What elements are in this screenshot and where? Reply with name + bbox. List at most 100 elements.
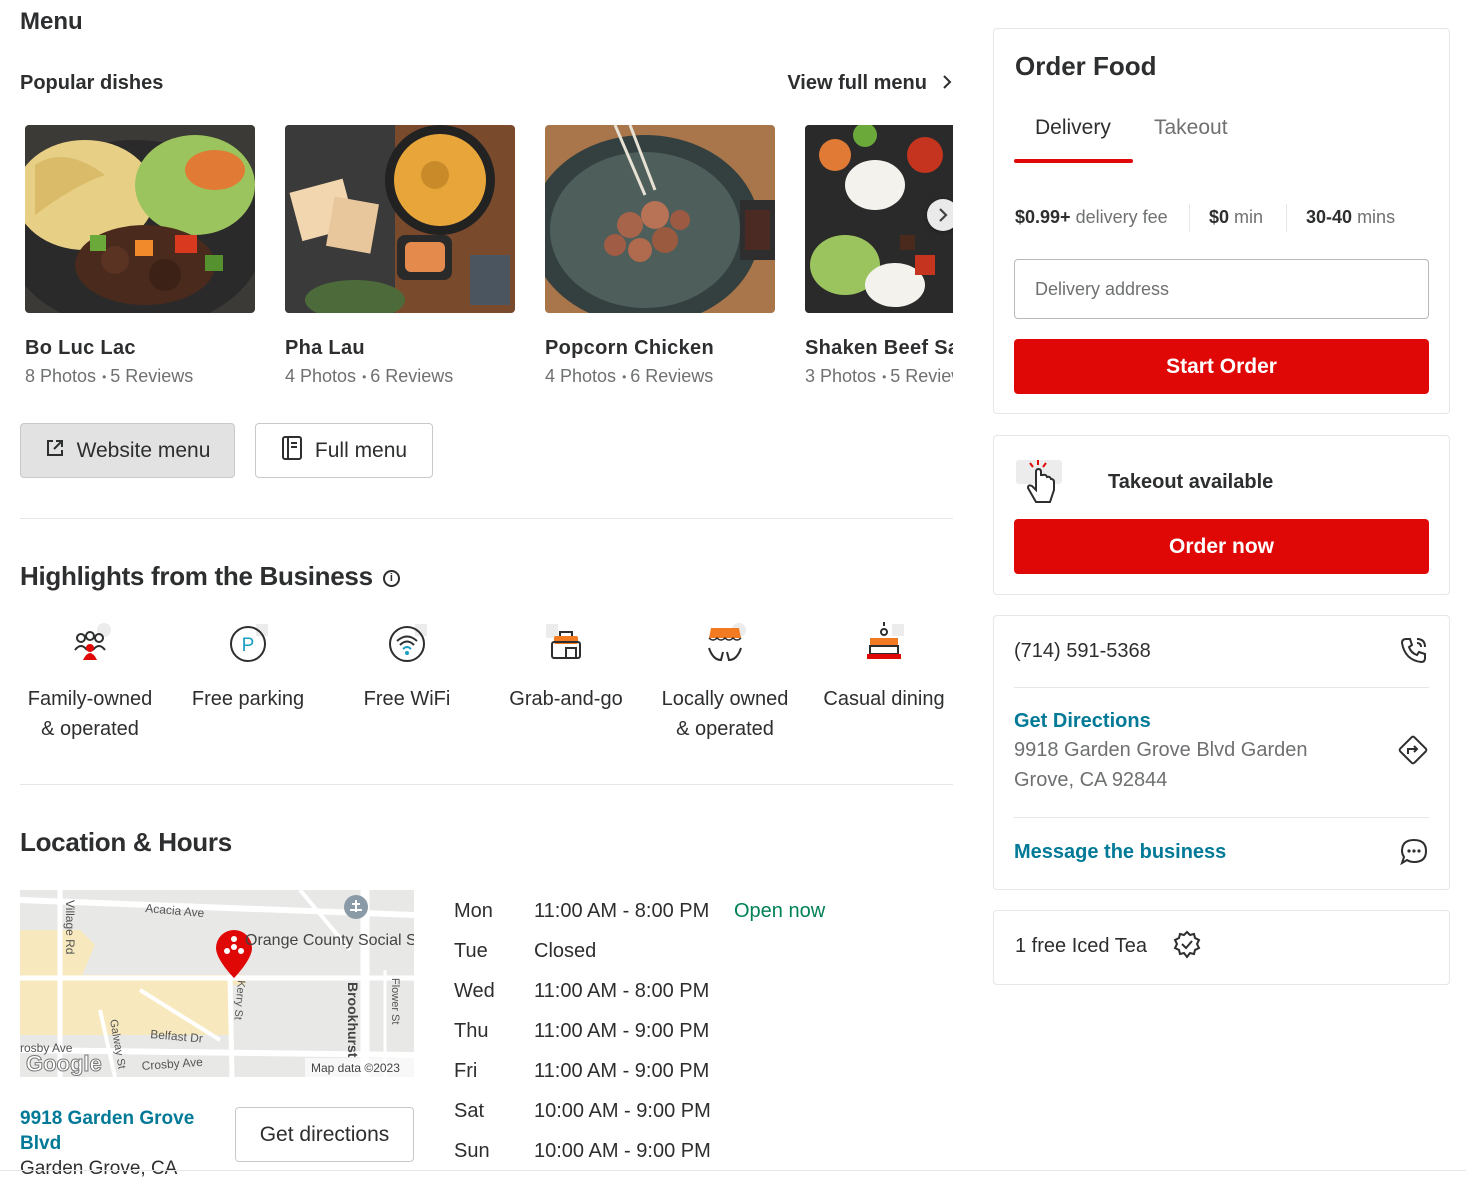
- svg-text:P: P: [242, 635, 255, 656]
- hours-day: Mon: [454, 900, 493, 922]
- section-divider: [20, 784, 953, 785]
- map-label-village: Village Rd: [63, 900, 77, 954]
- popular-dishes-header: Popular dishes View full menu: [20, 72, 953, 100]
- chat-bubble-icon[interactable]: [1399, 837, 1429, 872]
- dish-card[interactable]: Pha Lau 4 Photos • 6 Reviews: [285, 125, 515, 387]
- directions-icon[interactable]: [1397, 734, 1429, 771]
- offer-label: 1 free Iced Tea: [1015, 935, 1147, 957]
- get-directions-label: Get directions: [259, 1122, 390, 1146]
- view-full-menu-label: View full menu: [787, 72, 927, 94]
- row-separator: [1014, 817, 1429, 818]
- row-separator: [1014, 687, 1429, 688]
- business-address: 9918 Garden Grove Blvd Garden Grove, CA …: [1014, 739, 1308, 791]
- directions-row: Get Directions 9918 Garden Grove Blvd Ga…: [1014, 710, 1429, 795]
- popular-dishes-title: Popular dishes: [20, 72, 164, 94]
- parking-icon: P: [226, 620, 270, 664]
- dish-name[interactable]: Pha Lau: [285, 337, 515, 360]
- website-menu-label: Website menu: [76, 438, 211, 462]
- get-directions-button[interactable]: Get directions: [235, 1107, 414, 1162]
- dish-photos-count: 4 Photos: [545, 366, 617, 386]
- hours-day: Thu: [454, 1020, 489, 1042]
- website-menu-button[interactable]: Website menu: [20, 423, 235, 478]
- delivery-address-input[interactable]: [1014, 259, 1429, 319]
- highlight-label: Free parking: [191, 688, 305, 710]
- phone-row: (714) 591-5368: [1014, 638, 1429, 664]
- section-divider: [20, 518, 953, 519]
- external-link-icon: [45, 438, 65, 464]
- phone-icon[interactable]: [1399, 635, 1429, 670]
- chevron-right-icon: [941, 73, 953, 94]
- dish-reviews-count: 6 Reviews: [370, 366, 454, 386]
- hours-time: 11:00 AM - 9:00 PM: [534, 1020, 710, 1042]
- dish-meta: 4 Photos • 6 Reviews: [285, 366, 454, 386]
- active-tab-indicator: [1014, 159, 1133, 163]
- map-label-brookhurst: Brookhurst: [345, 982, 361, 1058]
- page-bottom-rule: [0, 1170, 1466, 1171]
- map-label-agency: Orange County Social Services Agency...: [245, 932, 414, 949]
- carousel-next-button[interactable]: [927, 199, 953, 231]
- fee-separator: [1286, 204, 1287, 232]
- info-icon[interactable]: i: [382, 569, 400, 587]
- delivery-minimum: $0 min: [1209, 207, 1264, 227]
- highlight-label: Casual dining: [823, 688, 945, 710]
- dish-reviews-count: 5 Reviews: [110, 366, 194, 386]
- address-city: Garden Grove, CA: [20, 1158, 178, 1178]
- hours-time: Closed: [534, 940, 597, 962]
- start-order-button[interactable]: Start Order: [1014, 339, 1429, 394]
- dish-photo[interactable]: [25, 125, 255, 313]
- dish-photo[interactable]: [545, 125, 775, 313]
- highlight-item: Grab-and-go: [496, 620, 636, 714]
- location-map[interactable]: Acacia Ave Village Rd Orange County Soci…: [20, 890, 414, 1077]
- order-food-card: Order Food Delivery Takeout $0.99+ deliv…: [993, 28, 1450, 414]
- hours-time: 11:00 AM - 8:00 PM: [534, 980, 710, 1002]
- dish-card[interactable]: Popcorn Chicken 4 Photos • 6 Reviews: [545, 125, 775, 387]
- dish-photos-count: 4 Photos: [285, 366, 357, 386]
- phone-number[interactable]: (714) 591-5368: [1014, 640, 1151, 662]
- menu-heading: Menu: [20, 8, 83, 35]
- highlight-label: Free WiFi: [363, 688, 451, 710]
- highlight-label: Family-owned & operated: [27, 688, 153, 740]
- dish-photo[interactable]: [285, 125, 515, 313]
- dish-meta: 3 Photos•5 Reviews: [805, 366, 953, 387]
- dish-photos-count: 8 Photos: [25, 366, 97, 386]
- dish-card[interactable]: Bo Luc Lac 8 Photos • 5 Reviews: [25, 125, 255, 387]
- dish-card[interactable]: Shaken Beef Salad 3 Photos•5 Reviews: [805, 125, 953, 387]
- message-row: Message the business: [1014, 838, 1429, 866]
- map-data-credit: Map data ©2023: [311, 1061, 400, 1075]
- highlight-item: Free WiFi: [337, 620, 477, 714]
- offer-card[interactable]: 1 free Iced Tea: [993, 910, 1450, 985]
- highlight-item: Locally owned & operated: [655, 620, 795, 744]
- tab-delivery[interactable]: Delivery: [1035, 116, 1111, 140]
- view-full-menu-link[interactable]: View full menu: [787, 72, 953, 95]
- map-label-flower: Flower St: [389, 978, 401, 1024]
- dish-meta: 4 Photos • 6 Reviews: [545, 366, 714, 386]
- takeout-available-label: Takeout available: [1108, 471, 1274, 493]
- cake-icon: [862, 620, 906, 664]
- hours-day: Fri: [454, 1060, 478, 1082]
- dish-name[interactable]: Shaken Beef Salad: [805, 337, 953, 360]
- order-food-title: Order Food: [1015, 51, 1157, 81]
- dish-name[interactable]: Bo Luc Lac: [25, 337, 255, 360]
- dish-meta: 8 Photos • 5 Reviews: [25, 366, 194, 386]
- full-menu-label: Full menu: [314, 438, 408, 462]
- address-link[interactable]: 9918 Garden Grove Blvd: [20, 1106, 220, 1156]
- full-menu-button[interactable]: Full menu: [255, 423, 433, 478]
- highlights-list: Family-owned & operated P Free parking F…: [20, 620, 953, 750]
- dish-reviews-count: 6 Reviews: [630, 366, 714, 386]
- hours-time: 10:00 AM - 9:00 PM: [534, 1140, 711, 1162]
- highlight-item: Family-owned & operated: [20, 620, 160, 744]
- dish-name[interactable]: Popcorn Chicken: [545, 337, 775, 360]
- order-now-button[interactable]: Order now: [1014, 519, 1429, 574]
- get-directions-link[interactable]: Get Directions: [1014, 710, 1151, 732]
- location-heading: Location & Hours: [20, 827, 232, 857]
- hours-day: Sat: [454, 1100, 485, 1122]
- tab-takeout[interactable]: Takeout: [1154, 116, 1228, 140]
- highlight-item: Casual dining: [814, 620, 954, 714]
- message-business-link[interactable]: Message the business: [1014, 841, 1226, 863]
- hours-time: 11:00 AM - 8:00 PM: [534, 900, 710, 922]
- tap-hand-icon: [1016, 458, 1064, 511]
- hours-day: Sun: [454, 1140, 490, 1162]
- hours-time: 10:00 AM - 9:00 PM: [534, 1100, 711, 1122]
- delivery-time: 30-40 mins: [1306, 207, 1396, 227]
- fee-separator: [1189, 204, 1190, 232]
